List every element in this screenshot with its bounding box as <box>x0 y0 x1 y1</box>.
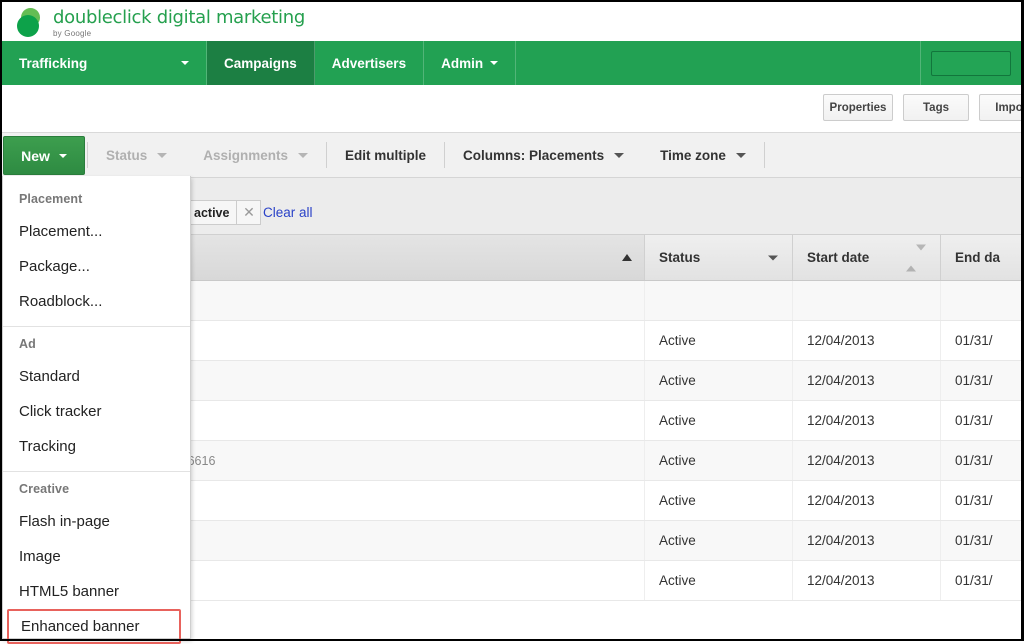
nav-tab-label: Campaigns <box>224 55 297 71</box>
menu-item-flash-in-page[interactable]: Flash in-page <box>3 504 190 539</box>
window-border-left <box>0 0 2 641</box>
primary-nav: Trafficking Campaigns Advertisers Admin <box>2 41 1021 85</box>
close-x-icon[interactable]: ✕ <box>236 200 262 225</box>
column-header-end-date[interactable]: End da <box>941 235 1021 280</box>
table-cell-status: Active <box>645 561 793 600</box>
window-border-top <box>0 0 1024 2</box>
table-cell-status: Active <box>645 321 793 360</box>
clear-all-link[interactable]: Clear all <box>263 205 313 220</box>
chevron-down-icon <box>735 152 746 158</box>
table-cell-start-date: 12/04/2013 <box>793 321 941 360</box>
table-cell-start-date: 12/04/2013 <box>793 401 941 440</box>
table-cell-start-date: 12/04/2013 <box>793 361 941 400</box>
toolbar-columns-label: Columns: Placements <box>463 147 605 163</box>
tags-button[interactable]: Tags <box>903 94 969 121</box>
brand-byline: by Google <box>53 29 92 38</box>
nav-tab-admin[interactable]: Admin <box>424 41 517 85</box>
menu-section-ad: Ad Standard Click tracker Tracking <box>3 327 190 464</box>
menu-section-header: Creative <box>19 482 70 496</box>
menu-item-package[interactable]: Package... <box>3 249 190 284</box>
brand-logo[interactable]: doubleclick digital marketing by Google <box>14 6 305 39</box>
toolbar-edit-multiple-label: Edit multiple <box>345 147 427 163</box>
table-cell-end-date: 01/31/ <box>955 533 993 548</box>
column-header-status-label: Status <box>659 250 701 265</box>
column-header-start-date-label: Start date <box>807 250 870 265</box>
toolbar-status[interactable]: Status <box>88 148 185 163</box>
nav-product-trafficking[interactable]: Trafficking <box>2 41 207 85</box>
table-cell-start-date <box>793 281 941 320</box>
table-cell-start-date: 12/04/2013 <box>793 441 941 480</box>
import-button[interactable]: Impo <box>979 94 1024 121</box>
menu-item-tracking[interactable]: Tracking <box>3 429 190 464</box>
search-input[interactable] <box>931 50 1011 76</box>
menu-section-header: Placement <box>19 192 83 206</box>
properties-button[interactable]: Properties <box>823 94 893 121</box>
table-cell-end-date: 01/31/ <box>955 493 993 508</box>
toolbar-time-zone-label: Time zone <box>660 147 726 163</box>
menu-item-image[interactable]: Image <box>3 539 190 574</box>
nav-search-zone <box>921 41 1021 85</box>
table-cell-end-date: 01/31/ <box>955 453 993 468</box>
menu-item-placement[interactable]: Placement... <box>3 214 190 249</box>
column-header-status[interactable]: Status <box>645 235 793 280</box>
table-cell-start-date: 12/04/2013 <box>793 561 941 600</box>
sort-inactive-icon <box>906 244 926 271</box>
toolbar-assignments-label: Assignments <box>203 147 289 163</box>
doubleclick-circles-icon <box>14 6 48 38</box>
table-cell-end-date <box>941 281 1021 320</box>
nav-tab-label: Advertisers <box>331 55 407 71</box>
nav-tab-label: Admin <box>441 55 484 71</box>
toolbar-edit-multiple[interactable]: Edit multiple <box>327 148 444 163</box>
chevron-down-icon <box>768 255 778 260</box>
new-button-label: New <box>21 147 50 164</box>
nav-tab-advertisers[interactable]: Advertisers <box>315 41 425 85</box>
table-cell-end-date: 01/31/ <box>955 413 993 428</box>
table-cell-status: Active <box>645 521 793 560</box>
table-cell-status: Active <box>645 441 793 480</box>
toolbar-status-label: Status <box>106 147 148 163</box>
sort-ascending-icon <box>622 254 632 261</box>
filter-chip[interactable]: active ✕ <box>186 200 262 225</box>
chevron-down-icon <box>58 153 67 158</box>
toolbar-assignments[interactable]: Assignments <box>185 148 326 163</box>
toolbar: Status Assignments Edit multiple Columns… <box>2 133 1021 178</box>
menu-item-html5-banner[interactable]: HTML5 banner <box>3 574 190 609</box>
nav-tab-campaigns[interactable]: Campaigns <box>207 41 315 85</box>
nav-spacer <box>516 41 921 85</box>
new-button[interactable]: New <box>3 136 85 175</box>
chevron-down-icon <box>157 152 168 158</box>
toolbar-divider <box>763 142 765 168</box>
nav-product-label: Trafficking <box>19 55 88 71</box>
table-cell-status <box>645 281 793 320</box>
column-header-end-date-label: End da <box>955 250 1001 265</box>
table-cell-start-date: 12/04/2013 <box>793 521 941 560</box>
chevron-down-icon <box>490 61 499 65</box>
table-cell-status: Active <box>645 481 793 520</box>
menu-item-click-tracker[interactable]: Click tracker <box>3 394 190 429</box>
column-header-start-date[interactable]: Start date <box>793 235 941 280</box>
menu-section-placement: Placement Placement... Package... Roadbl… <box>3 182 190 319</box>
menu-item-roadblock[interactable]: Roadblock... <box>3 284 190 319</box>
toolbar-columns[interactable]: Columns: Placements <box>445 148 642 163</box>
brand-name: doubleclick digital marketing <box>53 7 305 28</box>
chevron-down-icon <box>181 61 189 65</box>
chevron-down-icon <box>298 152 309 158</box>
table-cell-status: Active <box>645 361 793 400</box>
chevron-down-icon <box>614 152 625 158</box>
table-cell-start-date: 12/04/2013 <box>793 481 941 520</box>
logo-bar: doubleclick digital marketing by Google <box>2 2 1021 41</box>
filter-chip-label: active <box>186 200 237 225</box>
table-cell-end-date: 01/31/ <box>955 373 993 388</box>
table-cell-status: Active <box>645 401 793 440</box>
new-dropdown-menu: Placement Placement... Package... Roadbl… <box>2 176 191 644</box>
table-cell-end-date: 01/31/ <box>955 333 993 348</box>
toolbar-time-zone[interactable]: Time zone <box>642 148 764 163</box>
table-cell-end-date: 01/31/ <box>955 573 993 588</box>
menu-section-creative: Creative Flash in-page Image HTML5 banne… <box>3 472 190 644</box>
menu-item-standard[interactable]: Standard <box>3 359 190 394</box>
menu-section-header: Ad <box>19 337 36 351</box>
